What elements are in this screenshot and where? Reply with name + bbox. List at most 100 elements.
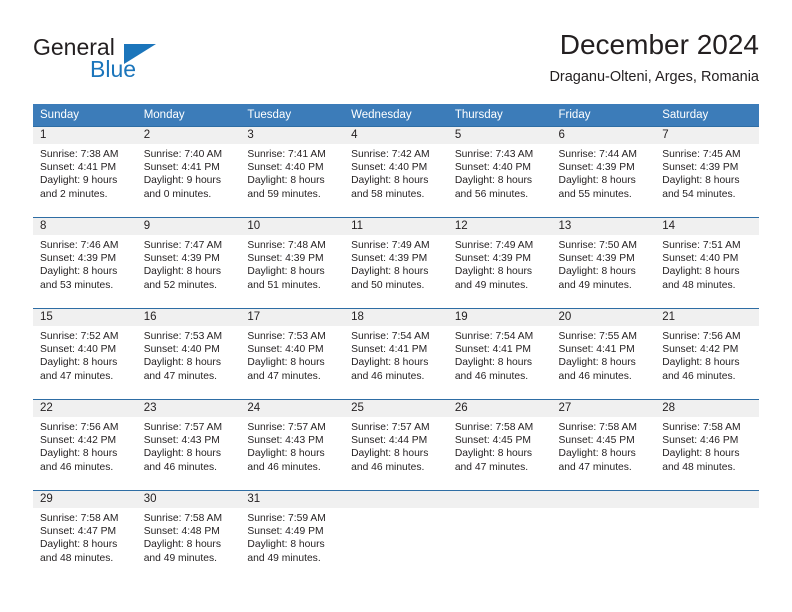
calendar-day-cell[interactable]: 13 Sunrise: 7:50 AM Sunset: 4:39 PM Dayligh… (551, 217, 656, 309)
calendar-day-cell[interactable]: 14 Sunrise: 7:51 AM Sunset: 4:40 PM Dayligh… (655, 217, 759, 309)
sunset-text: Sunset: 4:41 PM (351, 344, 428, 356)
day-cell-body: 2 Sunrise: 7:40 AM Sunset: 4:41 PM Daylight… (136, 127, 241, 217)
calendar-week-row: 15 Sunrise: 7:52 AM Sunset: 4:40 PM Dayligh… (33, 308, 759, 400)
calendar-day-cell[interactable]: 17 Sunrise: 7:53 AM Sunset: 4:40 PM Dayligh… (240, 308, 345, 400)
sunrise-text: Sunrise: 7:38 AM (40, 149, 119, 160)
calendar-empty-cell (551, 490, 656, 581)
day-cell-body: 8 Sunrise: 7:46 AM Sunset: 4:39 PM Daylight… (33, 218, 137, 308)
calendar-day-cell[interactable]: 15 Sunrise: 7:52 AM Sunset: 4:40 PM Dayligh… (33, 308, 137, 400)
day-cell-body (447, 491, 552, 581)
sunset-text: Sunset: 4:40 PM (40, 344, 117, 356)
daylight-text-line2: and 51 minutes. (247, 279, 321, 291)
daylight-text-line2: and 48 minutes. (662, 279, 736, 291)
day-number: 6 (551, 127, 656, 144)
daylight-text-line1: Daylight: 8 hours (247, 175, 325, 187)
sunset-text: Sunset: 4:41 PM (40, 162, 117, 174)
calendar-empty-cell (344, 490, 448, 581)
day-cell-body: 11 Sunrise: 7:49 AM Sunset: 4:39 PM Dayligh… (344, 218, 448, 308)
calendar-day-cell[interactable]: 19 Sunrise: 7:54 AM Sunset: 4:41 PM Dayligh… (447, 308, 552, 400)
day-number (655, 491, 759, 508)
day-number: 3 (240, 127, 345, 144)
day-number: 4 (344, 127, 448, 144)
calendar-day-cell[interactable]: 23 Sunrise: 7:57 AM Sunset: 4:43 PM Dayligh… (136, 399, 241, 491)
daylight-text-line1: Daylight: 8 hours (143, 266, 221, 278)
calendar-day-cell[interactable]: 28 Sunrise: 7:58 AM Sunset: 4:46 PM Dayligh… (655, 399, 759, 491)
day-number: 26 (447, 400, 552, 417)
calendar-body: 1 Sunrise: 7:38 AM Sunset: 4:41 PM Daylight… (33, 126, 759, 581)
calendar-day-cell[interactable]: 22 Sunrise: 7:56 AM Sunset: 4:42 PM Dayligh… (33, 399, 137, 491)
calendar-day-cell[interactable]: 11 Sunrise: 7:49 AM Sunset: 4:39 PM Dayligh… (344, 217, 448, 309)
calendar-day-cell[interactable]: 16 Sunrise: 7:53 AM Sunset: 4:40 PM Dayligh… (136, 308, 241, 400)
calendar-day-cell[interactable]: 9 Sunrise: 7:47 AM Sunset: 4:39 PM Daylight… (136, 217, 241, 309)
calendar-day-cell[interactable]: 27 Sunrise: 7:58 AM Sunset: 4:45 PM Dayligh… (551, 399, 656, 491)
daylight-text-line2: and 46 minutes. (351, 461, 425, 473)
day-number: 29 (33, 491, 137, 508)
weekday-header-monday: Monday (136, 104, 241, 127)
daylight-text-line1: Daylight: 8 hours (454, 175, 533, 187)
calendar-day-cell[interactable]: 7 Sunrise: 7:45 AM Sunset: 4:39 PM Daylight… (655, 126, 759, 218)
calendar-day-cell[interactable]: 10 Sunrise: 7:48 AM Sunset: 4:39 PM Dayligh… (240, 217, 345, 309)
day-number: 19 (447, 309, 552, 326)
day-sun-info: Sunrise: 7:53 AM Sunset: 4:40 PM Daylight:… (240, 326, 344, 383)
calendar-day-cell[interactable]: 2 Sunrise: 7:40 AM Sunset: 4:41 PM Daylight… (136, 126, 241, 218)
calendar-day-cell[interactable]: 24 Sunrise: 7:57 AM Sunset: 4:43 PM Dayligh… (240, 399, 345, 491)
day-cell-body: 22 Sunrise: 7:56 AM Sunset: 4:42 PM Dayligh… (33, 400, 137, 490)
calendar-week-row: 29 Sunrise: 7:58 AM Sunset: 4:47 PM Dayligh… (33, 490, 759, 581)
calendar-day-cell[interactable]: 8 Sunrise: 7:46 AM Sunset: 4:39 PM Daylight… (33, 217, 137, 309)
day-sun-info: Sunrise: 7:58 AM Sunset: 4:45 PM Daylight:… (552, 417, 656, 474)
day-sun-info: Sunrise: 7:49 AM Sunset: 4:39 PM Daylight:… (448, 235, 552, 292)
calendar-table: Sunday Monday Tuesday Wednesday Thursday… (33, 104, 759, 581)
calendar-day-cell[interactable]: 3 Sunrise: 7:41 AM Sunset: 4:40 PM Daylight… (240, 126, 345, 218)
daylight-text-line1: Daylight: 8 hours (247, 448, 325, 460)
calendar-day-cell[interactable]: 1 Sunrise: 7:38 AM Sunset: 4:41 PM Daylight… (33, 126, 137, 218)
day-sun-info: Sunrise: 7:38 AM Sunset: 4:41 PM Daylight:… (33, 144, 137, 201)
page-title: December 2024 (559, 29, 759, 60)
daylight-text-line1: Daylight: 8 hours (40, 448, 118, 460)
day-number (551, 491, 656, 508)
day-cell-body (551, 491, 656, 581)
day-number: 17 (240, 309, 345, 326)
day-cell-body: 17 Sunrise: 7:53 AM Sunset: 4:40 PM Dayligh… (240, 309, 345, 399)
day-sun-info: Sunrise: 7:52 AM Sunset: 4:40 PM Daylight:… (33, 326, 137, 383)
sunrise-text: Sunrise: 7:55 AM (558, 331, 637, 342)
calendar-day-cell[interactable]: 29 Sunrise: 7:58 AM Sunset: 4:47 PM Dayligh… (33, 490, 137, 581)
sunrise-text: Sunrise: 7:58 AM (40, 513, 119, 524)
daylight-text-line2: and 46 minutes. (662, 370, 736, 382)
sunrise-text: Sunrise: 7:51 AM (662, 240, 741, 251)
sunset-text: Sunset: 4:42 PM (40, 435, 117, 447)
day-cell-body: 14 Sunrise: 7:51 AM Sunset: 4:40 PM Dayligh… (655, 218, 759, 308)
daylight-text-line2: and 49 minutes. (558, 279, 632, 291)
daylight-text-line1: Daylight: 8 hours (662, 448, 740, 460)
calendar-day-cell[interactable]: 6 Sunrise: 7:44 AM Sunset: 4:39 PM Daylight… (551, 126, 656, 218)
day-number: 12 (447, 218, 552, 235)
day-sun-info: Sunrise: 7:57 AM Sunset: 4:44 PM Daylight:… (344, 417, 448, 474)
day-number: 25 (344, 400, 448, 417)
calendar-day-cell[interactable]: 20 Sunrise: 7:55 AM Sunset: 4:41 PM Dayligh… (551, 308, 656, 400)
sunrise-text: Sunrise: 7:57 AM (247, 422, 326, 433)
daylight-text-line2: and 52 minutes. (143, 279, 217, 291)
calendar-day-cell[interactable]: 4 Sunrise: 7:42 AM Sunset: 4:40 PM Daylight… (344, 126, 448, 218)
sunset-text: Sunset: 4:44 PM (351, 435, 428, 447)
calendar-day-cell[interactable]: 12 Sunrise: 7:49 AM Sunset: 4:39 PM Dayligh… (447, 217, 552, 309)
calendar-day-cell[interactable]: 25 Sunrise: 7:57 AM Sunset: 4:44 PM Dayligh… (344, 399, 448, 491)
day-sun-info: Sunrise: 7:57 AM Sunset: 4:43 PM Daylight:… (137, 417, 241, 474)
calendar-day-cell[interactable]: 26 Sunrise: 7:58 AM Sunset: 4:45 PM Dayligh… (447, 399, 552, 491)
calendar-day-cell[interactable]: 5 Sunrise: 7:43 AM Sunset: 4:40 PM Daylight… (447, 126, 552, 218)
weekday-header-thursday: Thursday (447, 104, 552, 127)
sunrise-text: Sunrise: 7:58 AM (454, 422, 534, 433)
calendar-day-cell[interactable]: 30 Sunrise: 7:58 AM Sunset: 4:48 PM Dayligh… (136, 490, 241, 581)
sunset-text: Sunset: 4:39 PM (143, 253, 220, 265)
daylight-text-line2: and 49 minutes. (143, 552, 217, 564)
daylight-text-line1: Daylight: 8 hours (247, 357, 325, 369)
daylight-text-line1: Daylight: 8 hours (454, 266, 533, 278)
calendar-week-row: 1 Sunrise: 7:38 AM Sunset: 4:41 PM Daylight… (33, 126, 759, 218)
day-cell-body: 12 Sunrise: 7:49 AM Sunset: 4:39 PM Dayligh… (447, 218, 552, 308)
calendar-day-cell[interactable]: 21 Sunrise: 7:56 AM Sunset: 4:42 PM Dayligh… (655, 308, 759, 400)
day-cell-body: 16 Sunrise: 7:53 AM Sunset: 4:40 PM Dayligh… (136, 309, 241, 399)
sunset-text: Sunset: 4:47 PM (40, 526, 117, 538)
calendar-day-cell[interactable]: 31 Sunrise: 7:59 AM Sunset: 4:49 PM Dayligh… (240, 490, 345, 581)
sunset-text: Sunset: 4:39 PM (40, 253, 117, 265)
calendar-day-cell[interactable]: 18 Sunrise: 7:54 AM Sunset: 4:41 PM Dayligh… (344, 308, 448, 400)
brand-logo[interactable]: General Blue (33, 34, 233, 90)
daylight-text-line2: and 54 minutes. (662, 188, 736, 200)
